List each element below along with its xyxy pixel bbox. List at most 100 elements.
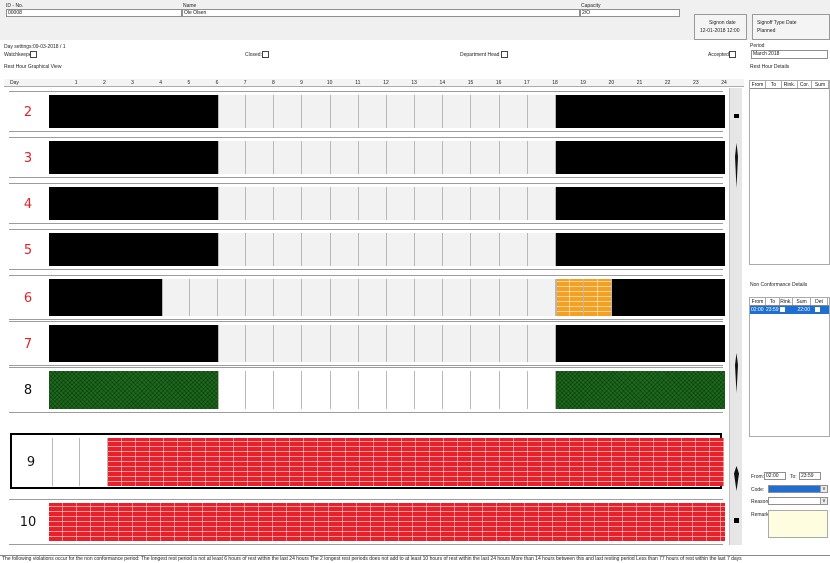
closed-checkbox[interactable]	[262, 51, 269, 58]
hour-cell	[161, 279, 190, 316]
accepted-checkbox[interactable]	[729, 51, 736, 58]
column-header[interactable]: From	[750, 81, 766, 88]
column-header[interactable]: Det	[811, 298, 828, 305]
vertical-scrollbar[interactable]	[729, 88, 742, 545]
nc-det-cell[interactable]	[811, 306, 828, 314]
hour-tick-10: 10	[326, 80, 333, 86]
hour-cell	[303, 141, 331, 174]
hour-tick-24: 24	[721, 80, 727, 86]
id-field[interactable]: 00008	[6, 9, 182, 17]
watchkeeper-checkbox[interactable]	[30, 51, 37, 58]
day-row-9[interactable]: 9	[10, 433, 724, 489]
day-row-6[interactable]: 6	[9, 275, 725, 320]
hour-cell	[500, 371, 528, 409]
period-field[interactable]: March 2018	[751, 50, 828, 59]
hour-bar[interactable]	[49, 233, 725, 266]
hour-cell	[359, 187, 387, 220]
hour-cell	[331, 141, 359, 174]
hour-tick-1: 1	[74, 80, 78, 86]
day-row-10[interactable]: 10	[9, 499, 725, 545]
hour-cell	[500, 95, 528, 128]
hour-cell	[415, 233, 444, 266]
hour-bar[interactable]	[49, 95, 725, 128]
hour-cell	[472, 325, 500, 362]
hour-bar[interactable]	[49, 141, 725, 174]
hour-segment-rest	[49, 325, 218, 362]
hour-segment-rest	[556, 141, 725, 174]
hour-cell	[472, 187, 500, 220]
day-row-3[interactable]: 3	[9, 137, 725, 178]
hour-tick-6: 6	[215, 80, 219, 86]
hour-segment-rest	[49, 187, 218, 220]
reason-select[interactable]: ∨	[768, 497, 828, 505]
hour-bar[interactable]	[49, 325, 725, 362]
scroll-marker	[734, 518, 739, 523]
hour-tick-15: 15	[467, 80, 474, 86]
hour-cell	[359, 233, 387, 266]
column-header[interactable]: Rink.	[782, 81, 798, 88]
column-header[interactable]: Sum	[812, 81, 829, 88]
hour-bar[interactable]	[49, 503, 725, 541]
name-field[interactable]: Ole Olsen	[182, 9, 580, 17]
graph-title: Rest Hour Graphical View	[4, 64, 62, 70]
code-select[interactable]: ∨	[768, 485, 828, 493]
day-row-8[interactable]: 8	[9, 367, 725, 413]
column-header[interactable]: Cor.	[798, 81, 812, 88]
hour-cell	[303, 233, 331, 266]
hour-segment-rest	[49, 141, 218, 174]
hour-cell	[500, 233, 528, 266]
chevron-down-icon[interactable]: ∨	[820, 498, 827, 504]
signoff-type-label: Signoff Type	[757, 20, 785, 26]
hour-tick-21: 21	[636, 80, 643, 86]
column-header[interactable]: To	[766, 81, 782, 88]
hour-bar[interactable]	[49, 371, 725, 409]
hour-cell	[443, 371, 472, 409]
violation-message: The following violations occur for the n…	[2, 556, 742, 562]
hour-tick-20: 20	[608, 80, 615, 86]
day-row-7[interactable]: 7	[9, 321, 725, 366]
hour-cell	[443, 279, 472, 316]
hour-cell	[500, 141, 528, 174]
hour-cell	[331, 371, 359, 409]
hour-cell	[584, 279, 613, 316]
hour-cell	[443, 187, 472, 220]
hour-cell	[415, 187, 444, 220]
day-row-2[interactable]: 2	[9, 91, 725, 132]
column-header[interactable]: Sum	[793, 298, 811, 305]
nc-from: 02:00	[751, 307, 764, 313]
department-head-checkbox[interactable]	[501, 51, 508, 58]
scroll-marker	[735, 143, 738, 188]
from-input[interactable]: 02:00	[764, 472, 786, 480]
hour-bar[interactable]	[49, 279, 725, 316]
hour-tick-9: 9	[300, 80, 303, 86]
table-row[interactable]: 02:00 23:59 22:00	[750, 306, 829, 314]
hour-cell	[359, 371, 387, 409]
chevron-down-icon[interactable]: ∨	[820, 486, 827, 492]
remark-input[interactable]	[768, 510, 828, 538]
rest-hour-details-header: From To Rink. Cor. Sum	[750, 81, 829, 89]
to-input[interactable]: 23:59	[799, 472, 821, 480]
hour-cell	[246, 95, 275, 128]
hour-cell	[528, 325, 556, 362]
day-row-5[interactable]: 5	[9, 229, 725, 270]
day-row-4[interactable]: 4	[9, 183, 725, 224]
hour-cell	[387, 141, 416, 174]
hour-bar[interactable]	[49, 187, 725, 220]
hour-tick-7: 7	[243, 80, 247, 86]
nc-rink-cell	[780, 306, 793, 314]
hour-cell	[528, 187, 556, 220]
hour-cell	[359, 141, 387, 174]
period-value: March 2018	[753, 51, 780, 57]
column-header[interactable]: From	[750, 298, 766, 305]
hour-cell	[472, 233, 500, 266]
hour-bar[interactable]	[52, 438, 724, 486]
capacity-field[interactable]: 2/O	[580, 9, 680, 17]
to-label: To:	[790, 474, 797, 480]
column-header[interactable]: Rink.	[780, 298, 793, 305]
hour-cell	[274, 371, 303, 409]
column-header[interactable]: To	[766, 298, 780, 305]
hour-cell	[387, 233, 416, 266]
period-label: Period	[750, 43, 765, 49]
hour-tick-5: 5	[187, 80, 191, 86]
hour-cell	[443, 233, 472, 266]
